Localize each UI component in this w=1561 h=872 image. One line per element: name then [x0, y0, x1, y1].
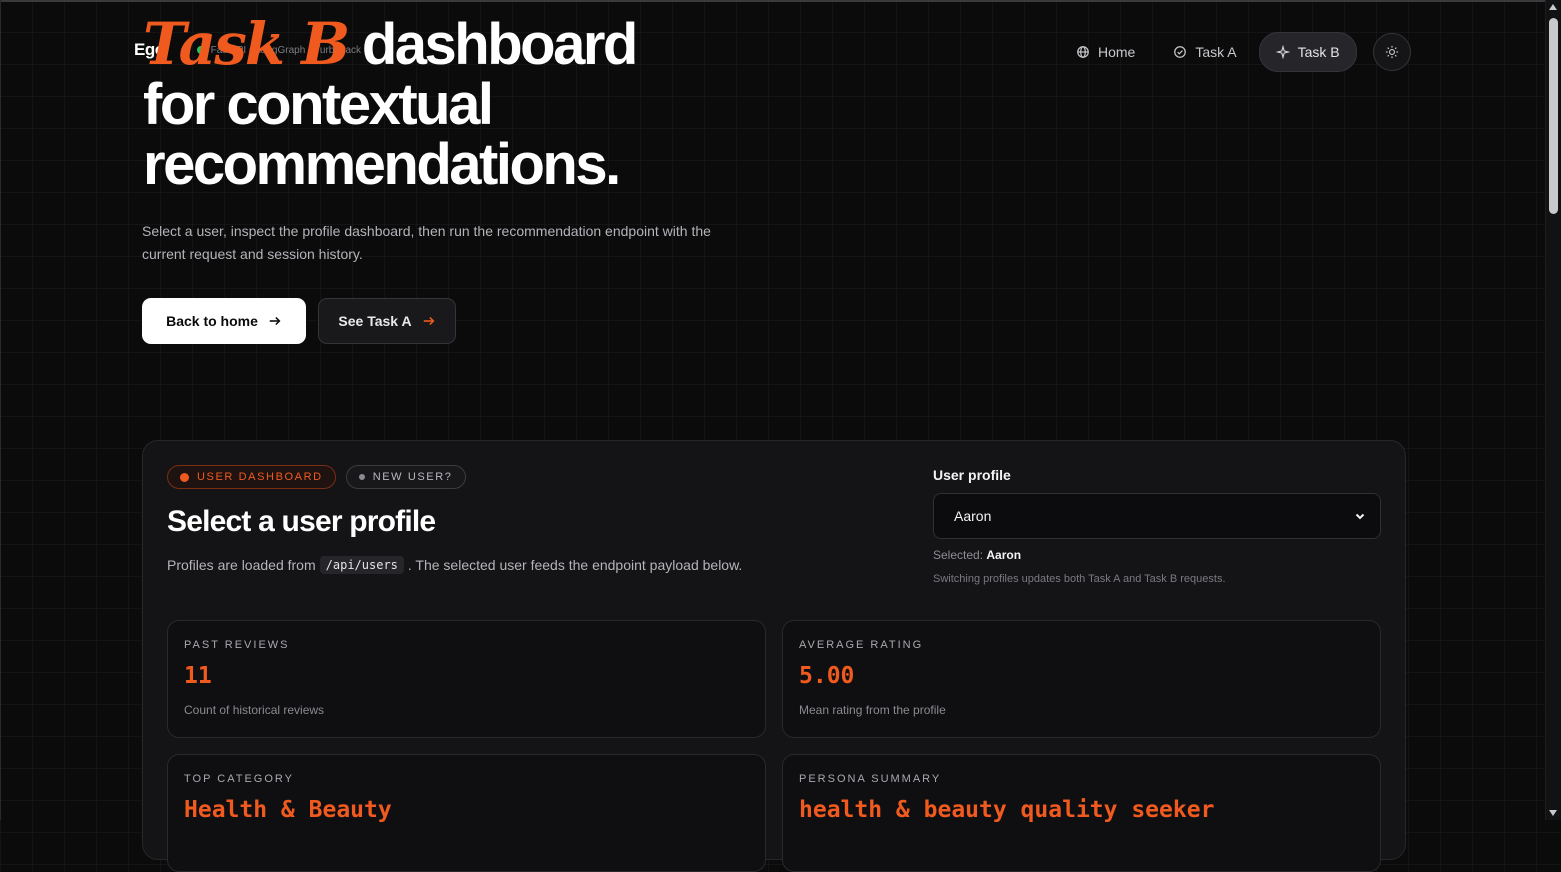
stat-label: PAST REVIEWS — [184, 639, 290, 651]
stat-value: health & beauty quality seeker — [799, 797, 1215, 823]
selected-user-text: Selected: Aaron — [933, 548, 1021, 562]
scroll-down-icon[interactable] — [1549, 810, 1557, 816]
badge-dot-icon — [358, 474, 365, 480]
user-dashboard-badge-label: USER DASHBOARD — [197, 471, 323, 483]
stat-description: Mean rating from the profile — [799, 703, 946, 717]
chevron-down-icon — [1355, 513, 1365, 520]
stat-card-average-rating: AVERAGE RATING 5.00 Mean rating from the… — [782, 620, 1381, 738]
see-task-a-label: See Task A — [338, 313, 412, 329]
stat-card-past-reviews: PAST REVIEWS 11 Count of historical revi… — [167, 620, 766, 738]
stat-value: 11 — [184, 663, 212, 689]
page-scrollbar[interactable] — [1545, 0, 1561, 820]
stat-label: PERSONA SUMMARY — [799, 773, 942, 785]
nav-home-label: Home — [1098, 44, 1136, 60]
selected-user-name: Aaron — [986, 548, 1022, 562]
hero-title-accent: Task B — [143, 10, 350, 78]
hero-title-line3: recommendations. — [143, 132, 621, 197]
description-text: Profiles are loaded from — [167, 557, 316, 573]
arrow-right-icon — [269, 316, 281, 326]
scroll-up-icon[interactable] — [1549, 4, 1557, 10]
stat-value: Health & Beauty — [184, 797, 392, 823]
sparkle-icon — [1275, 45, 1290, 59]
top-nav: Home Task A Task B — [1060, 32, 1411, 72]
new-user-badge-label: NEW USER? — [372, 471, 453, 483]
profile-switch-note: Switching profiles updates both Task A a… — [933, 573, 1226, 585]
stat-value: 5.00 — [799, 663, 855, 689]
window-top-border — [0, 0, 1546, 2]
hero-subtitle: Select a user, inspect the profile dashb… — [142, 223, 711, 262]
hero-title-line1: dashboard — [348, 12, 638, 77]
dashboard-description: Profiles are loaded from /api/users . Th… — [167, 556, 742, 574]
nav-task-a[interactable]: Task A — [1157, 33, 1252, 71]
stat-description: Count of historical reviews — [184, 703, 325, 717]
user-profile-select[interactable]: Aaron — [933, 493, 1381, 539]
badge-row: USER DASHBOARD NEW USER? — [167, 465, 466, 489]
user-profile-label: User profile — [933, 467, 1011, 483]
user-dashboard-card: USER DASHBOARD NEW USER? Select a user p… — [142, 440, 1406, 872]
sun-icon — [1385, 45, 1398, 59]
user-profile-select-value: Aaron — [954, 508, 992, 524]
see-task-a-button[interactable]: See Task A — [318, 298, 456, 344]
description-text-after: . The selected user feeds the endpoint p… — [407, 557, 743, 573]
back-to-home-button[interactable]: Back to home — [142, 298, 306, 344]
window-left-border — [0, 0, 1, 820]
stat-card-persona-summary: PERSONA SUMMARY health & beauty quality … — [782, 754, 1381, 872]
nav-task-b-label: Task B — [1297, 44, 1340, 60]
nav-home[interactable]: Home — [1060, 33, 1151, 71]
stat-label: TOP CATEGORY — [184, 773, 294, 785]
nav-task-b[interactable]: Task B — [1258, 32, 1357, 72]
back-to-home-label: Back to home — [166, 313, 258, 329]
hero-title: Task B dashboard for contextual recommenda… — [143, 12, 638, 197]
globe-icon — [1077, 46, 1089, 58]
arrow-right-icon — [423, 316, 435, 326]
badge-dot-icon — [180, 472, 189, 482]
stat-card-top-category: TOP CATEGORY Health & Beauty — [167, 754, 766, 872]
api-path-code: /api/users — [319, 556, 404, 574]
check-circle-icon — [1174, 46, 1187, 58]
scrollbar-thumb[interactable] — [1549, 18, 1558, 214]
nav-task-a-label: Task A — [1195, 44, 1237, 60]
stat-label: AVERAGE RATING — [799, 639, 924, 651]
new-user-badge[interactable]: NEW USER? — [345, 465, 466, 489]
selected-prefix: Selected: — [933, 548, 984, 562]
dashboard-title: Select a user profile — [167, 505, 436, 538]
theme-toggle-button[interactable] — [1372, 33, 1411, 71]
user-dashboard-badge: USER DASHBOARD — [167, 465, 336, 489]
hero-title-line2: for contextual — [143, 72, 494, 137]
